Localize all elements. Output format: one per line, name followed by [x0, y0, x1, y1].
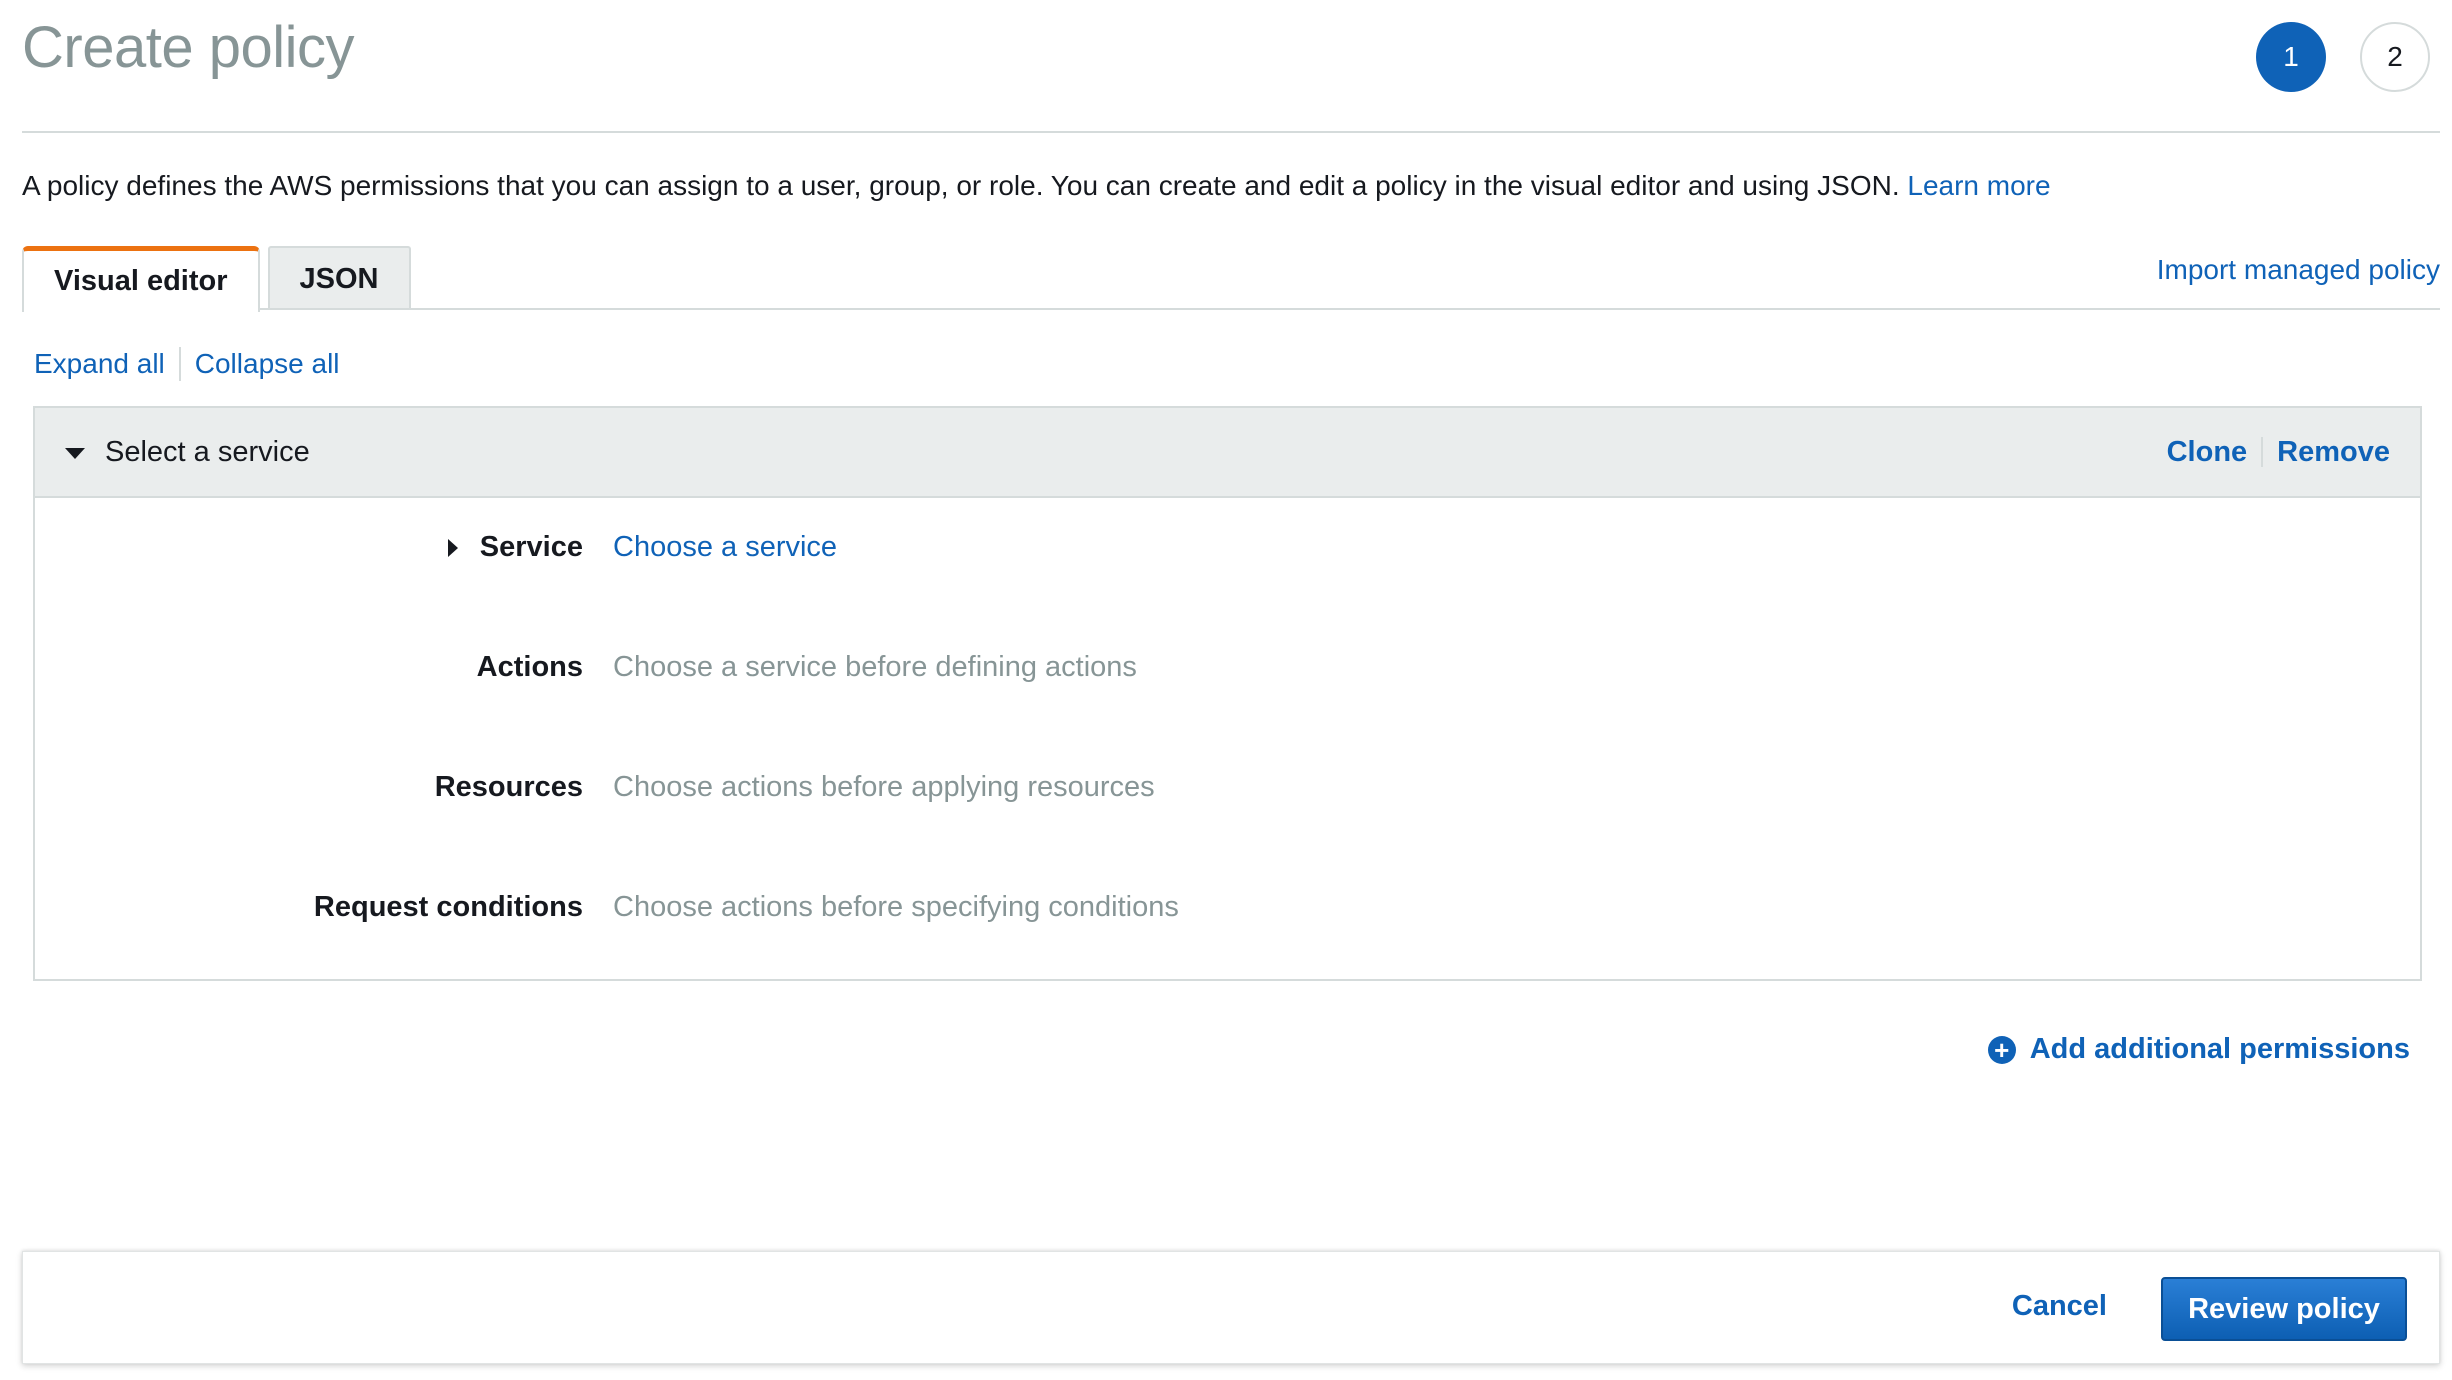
collapse-all-link[interactable]: Collapse all	[195, 348, 340, 380]
actions-row: Actions Choose a service before defining…	[35, 651, 2420, 684]
editor-tabs: Visual editor JSON	[22, 246, 411, 312]
service-label: Service	[479, 531, 583, 563]
separator	[2261, 437, 2264, 467]
step-indicator: 1 2	[2256, 22, 2430, 92]
remove-button[interactable]: Remove	[2277, 436, 2390, 469]
choose-service-link[interactable]: Choose a service	[613, 531, 837, 564]
tab-json[interactable]: JSON	[267, 246, 411, 310]
import-managed-policy-link[interactable]: Import managed policy	[2157, 254, 2440, 286]
cancel-button[interactable]: Cancel	[2012, 1290, 2107, 1323]
actions-hint: Choose a service before defining actions	[613, 651, 1137, 683]
create-policy-page: Create policy 1 2 A policy defines the A…	[0, 0, 2452, 1380]
add-additional-permissions-button[interactable]: + Add additional permissions	[1987, 1033, 2410, 1066]
policy-statement-toggle[interactable]: Select a service	[65, 436, 310, 469]
plus-circle-icon: +	[1987, 1035, 2016, 1064]
header-divider	[22, 131, 2440, 133]
tab-visual-editor[interactable]: Visual editor	[22, 246, 260, 312]
resources-hint: Choose actions before applying resources	[613, 771, 1155, 803]
resources-label: Resources	[434, 771, 583, 803]
service-row: Service Choose a service	[35, 531, 2420, 564]
step-2: 2	[2360, 22, 2430, 92]
request-conditions-row: Request conditions Choose actions before…	[35, 891, 2420, 924]
resources-row: Resources Choose actions before applying…	[35, 771, 2420, 804]
expand-collapse-controls: Expand all Collapse all	[34, 347, 340, 381]
service-label-wrap[interactable]: Service	[35, 531, 613, 564]
clone-button[interactable]: Clone	[2167, 436, 2248, 469]
footer-bar: Cancel Review policy	[22, 1251, 2440, 1364]
intro-text: A policy defines the AWS permissions tha…	[22, 170, 2051, 202]
policy-statement-title: Select a service	[105, 435, 310, 468]
expand-all-link[interactable]: Expand all	[34, 348, 165, 380]
caret-down-icon	[65, 448, 85, 459]
review-policy-button[interactable]: Review policy	[2161, 1277, 2407, 1341]
step-1: 1	[2256, 22, 2326, 92]
learn-more-link[interactable]: Learn more	[1907, 170, 2050, 201]
policy-statement-header: Select a service Clone Remove	[35, 408, 2420, 498]
tabs-divider	[22, 308, 2440, 310]
intro-description: A policy defines the AWS permissions tha…	[22, 170, 1900, 201]
page-title: Create policy	[22, 15, 354, 80]
policy-statement-panel: Select a service Clone Remove Service Ch…	[33, 406, 2422, 981]
policy-statement-actions: Clone Remove	[2167, 436, 2390, 469]
caret-right-icon	[447, 538, 458, 557]
actions-label: Actions	[476, 651, 583, 683]
add-permissions-label: Add additional permissions	[2029, 1033, 2410, 1065]
request-conditions-label: Request conditions	[313, 891, 583, 923]
separator	[178, 347, 181, 381]
request-conditions-hint: Choose actions before specifying conditi…	[613, 891, 1179, 923]
